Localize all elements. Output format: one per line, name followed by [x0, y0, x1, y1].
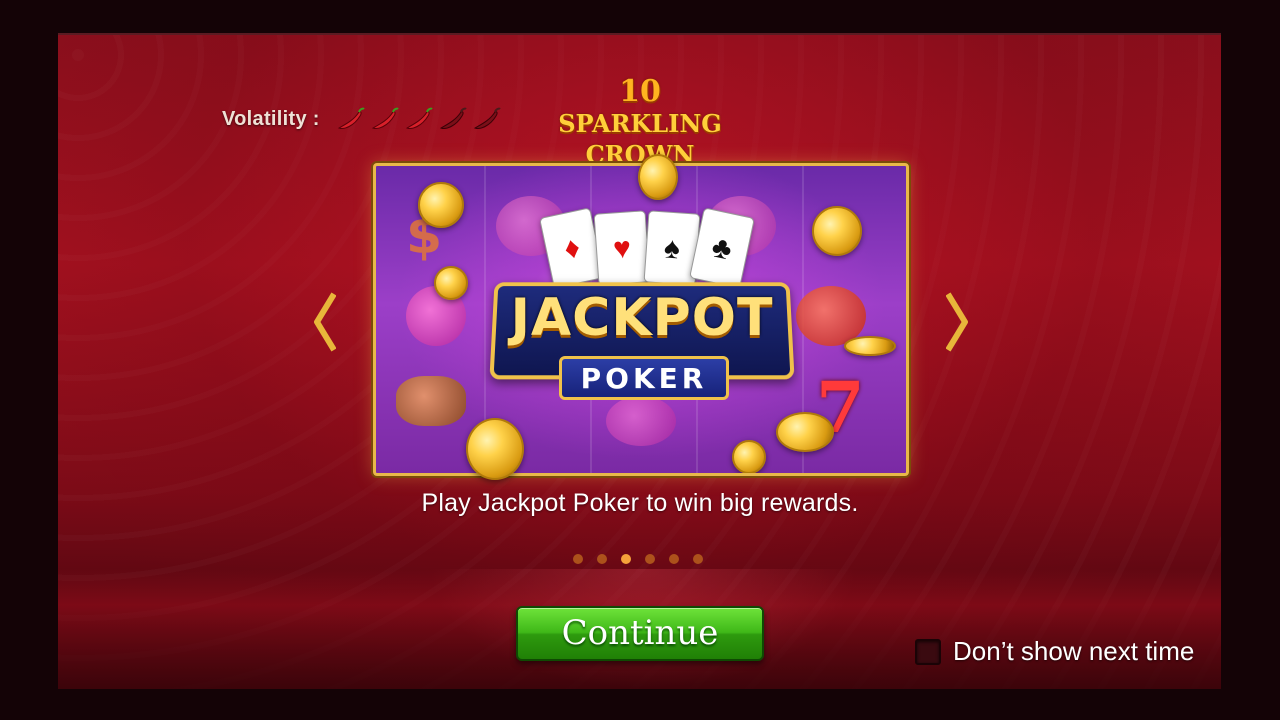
frame-corner	[376, 166, 388, 178]
chili-pepper-icon-inactive	[473, 107, 501, 129]
game-title-logo: 10 SPARKLING CROWN	[540, 77, 740, 169]
frame-corner	[376, 461, 388, 473]
chevron-right-icon	[945, 292, 968, 352]
gold-coin-icon	[466, 418, 524, 480]
volatility-label: Volatility :	[222, 107, 320, 130]
dont-show-checkbox[interactable]	[915, 638, 941, 665]
chili-pepper-icon-active	[371, 107, 399, 129]
pagination-dot[interactable]	[573, 554, 583, 564]
gold-coin-icon	[844, 336, 896, 356]
pagination-dot[interactable]	[669, 554, 679, 564]
banner-logo-title: JACKPOT	[510, 288, 774, 348]
bells-icon	[396, 376, 466, 426]
grapes-icon	[606, 396, 676, 446]
slide-pagination	[573, 554, 703, 564]
game-title-word1: SPARKLING	[558, 109, 722, 138]
chevron-left-icon	[314, 292, 337, 352]
gold-coin-icon	[418, 182, 464, 228]
game-title-number: 10	[619, 74, 661, 109]
feature-banner: 7 $ ♦ ♥ ♠ ♣ JACKPOT POKER	[373, 163, 909, 476]
next-slide-button[interactable]	[945, 292, 968, 352]
gold-coin-icon	[812, 206, 862, 256]
pagination-dot[interactable]	[645, 554, 655, 564]
gold-coin-icon	[638, 154, 678, 200]
dont-show-label: Don’t show next time	[953, 636, 1195, 666]
frame-corner	[894, 461, 906, 473]
chili-pepper-icon-inactive	[439, 107, 467, 129]
pagination-dot-active[interactable]	[621, 554, 631, 564]
gold-coin-icon	[776, 412, 834, 452]
continue-button[interactable]: Continue	[516, 606, 764, 661]
volatility-rating	[336, 106, 502, 132]
dont-show-option[interactable]: Don’t show next time	[915, 636, 1194, 667]
gold-coin-icon	[732, 440, 766, 473]
banner-logo-subtitle: POKER	[580, 362, 708, 395]
pagination-dot[interactable]	[693, 554, 703, 564]
chili-pepper-icon-active	[337, 107, 365, 129]
frame-corner	[894, 166, 906, 178]
pagination-dot[interactable]	[597, 554, 607, 564]
chili-pepper-icon-active	[405, 107, 433, 129]
slide-caption: Play Jackpot Poker to win big rewards.	[421, 489, 859, 517]
gold-coin-icon	[434, 266, 468, 300]
previous-slide-button[interactable]	[314, 292, 337, 352]
card-heart: ♥	[593, 210, 651, 286]
volatility-indicator: Volatility :	[222, 106, 502, 132]
playing-cards: ♦ ♥ ♠ ♣	[539, 207, 756, 292]
